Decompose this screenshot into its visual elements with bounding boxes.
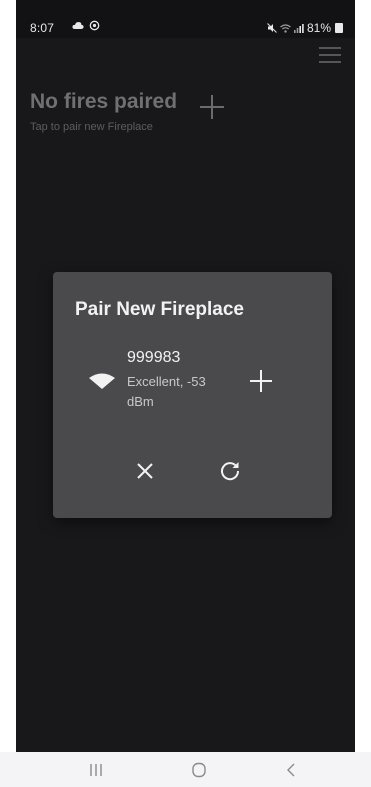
status-time: 8:07 — [30, 21, 55, 35]
status-system-icons: 81% — [267, 21, 343, 35]
pair-network-plus-icon[interactable] — [250, 370, 272, 392]
home-icon[interactable] — [187, 760, 211, 780]
add-fireplace-plus-icon[interactable] — [200, 95, 224, 119]
battery-percentage: 81% — [306, 21, 331, 35]
wifi-status-icon — [280, 23, 291, 33]
status-bar: 8:07 81% — [16, 0, 355, 38]
battery-icon — [335, 23, 343, 33]
page-subtitle: Tap to pair new Fireplace — [30, 121, 153, 133]
recents-icon[interactable] — [84, 760, 108, 780]
wifi-icon — [89, 373, 115, 389]
hamburger-menu-icon[interactable] — [319, 46, 341, 64]
network-signal-strength: Excellent, -53 dBm — [127, 374, 206, 409]
status-notification-icons — [72, 20, 100, 31]
system-navigation-bar — [0, 752, 371, 787]
mute-icon — [267, 23, 277, 33]
page-title: No fires paired — [30, 90, 178, 113]
dialog-title: Pair New Fireplace — [75, 299, 244, 320]
close-icon[interactable] — [133, 459, 157, 483]
cloud-icon — [72, 22, 84, 29]
pair-dialog: Pair New Fireplace 999983 Excellent, -53… — [53, 272, 332, 518]
back-icon[interactable] — [280, 760, 304, 780]
signal-icon — [293, 23, 304, 33]
refresh-icon[interactable] — [217, 458, 243, 484]
network-name: 999983 — [127, 349, 181, 366]
app-screen: 8:07 81% No fires paired Tap to pair new… — [16, 0, 355, 787]
location-icon — [89, 20, 100, 31]
